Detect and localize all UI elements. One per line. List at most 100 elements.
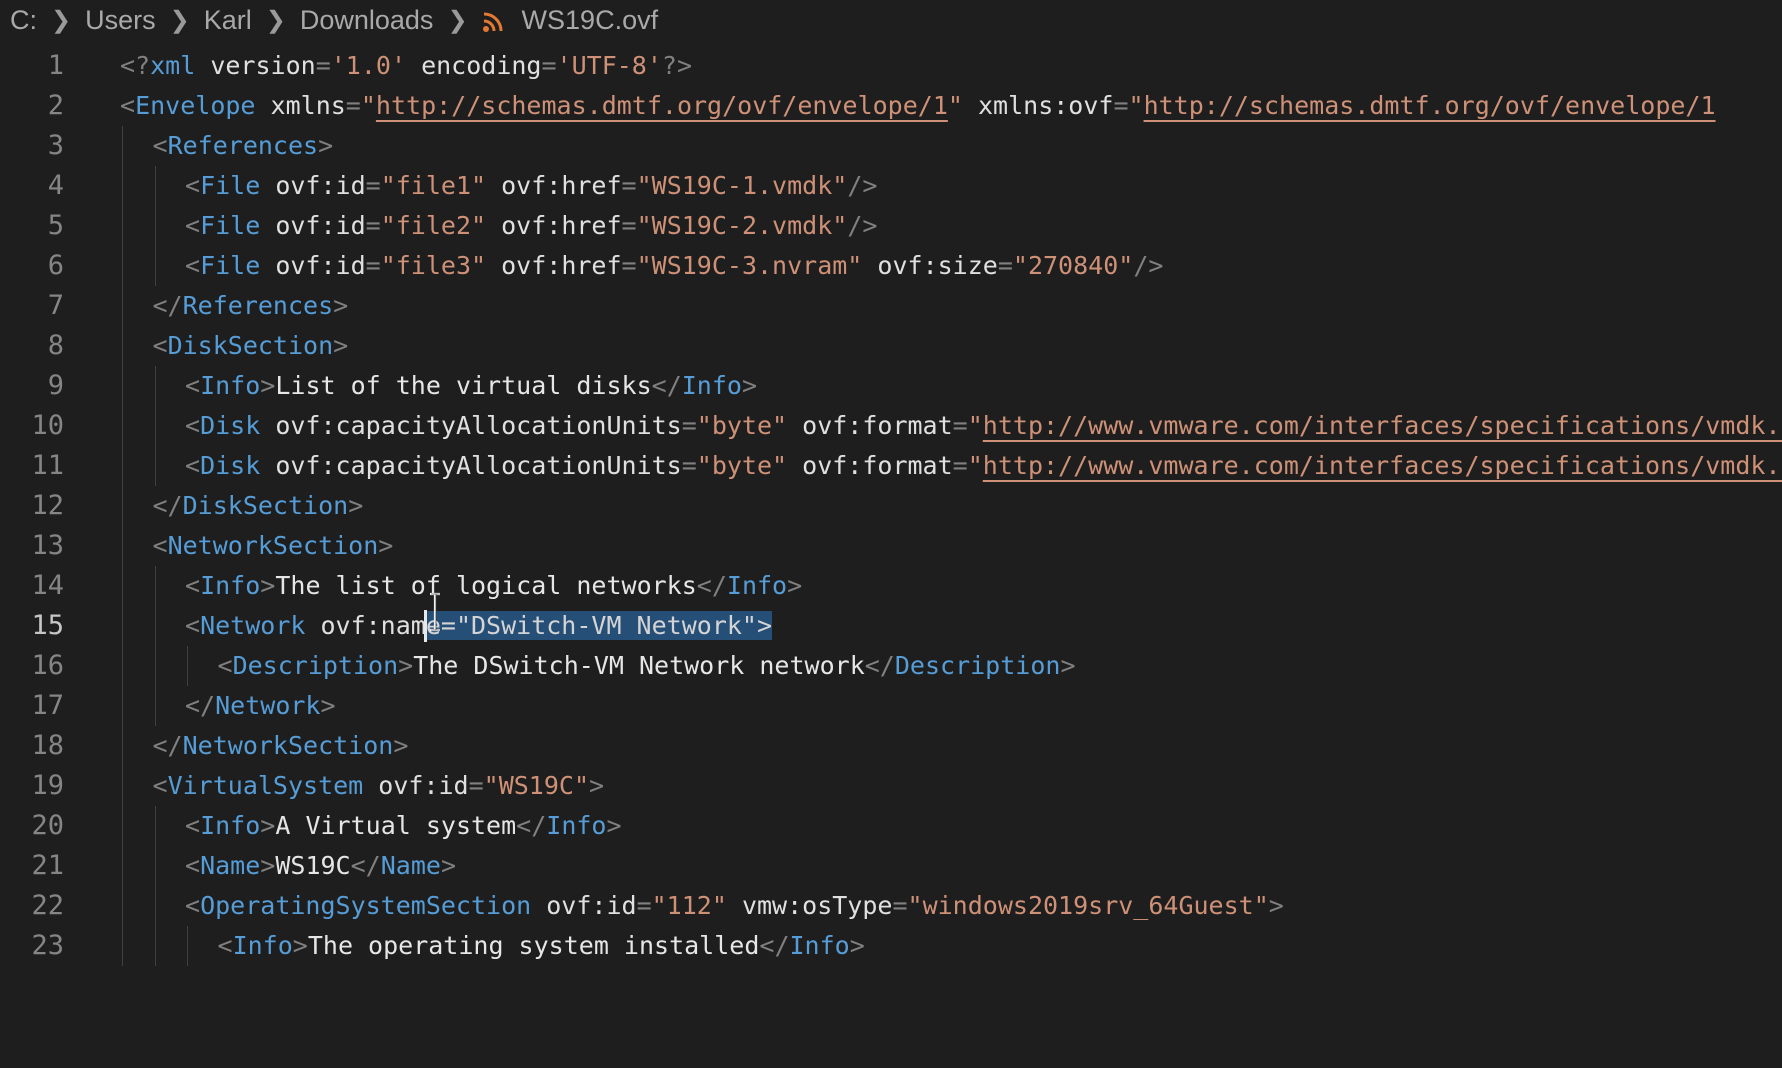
code-text[interactable]: <NetworkSection> [153, 526, 394, 566]
token-p: > [741, 371, 758, 400]
token-t: References [167, 131, 319, 160]
breadcrumb-item-users[interactable]: Users [85, 5, 156, 36]
breadcrumb-file-name[interactable]: WS19C.ovf [522, 5, 659, 36]
indent-guide [122, 806, 123, 846]
breadcrumb-item-downloads[interactable]: Downloads [300, 5, 434, 36]
token-t: NetworkSection [167, 531, 379, 560]
code-text[interactable]: </Network> [185, 686, 336, 726]
code-text[interactable]: <Network ovf:name="DSwitch-VM Network"> [185, 606, 773, 646]
breadcrumb-item-user[interactable]: Karl [204, 5, 252, 36]
code-text[interactable]: <Info>The operating system installed</In… [218, 926, 865, 966]
code-line[interactable]: 7 </References> [0, 286, 1782, 326]
code-text[interactable]: <Name>WS19C</Name> [185, 846, 456, 886]
chevron-right-icon: ❯ [447, 6, 468, 34]
code-line[interactable]: 19 <VirtualSystem ovf:id="WS19C"> [0, 766, 1782, 806]
indent-guide [122, 166, 123, 206]
code-text[interactable]: <Description>The DSwitch-VM Network netw… [218, 646, 1076, 686]
token-t: Info [546, 811, 607, 840]
token-txt: The operating system installed [307, 931, 760, 960]
token-p: </ [759, 931, 790, 960]
chevron-right-icon: ❯ [265, 6, 286, 34]
code-text[interactable]: <Disk ovf:capacityAllocationUnits="byte"… [185, 446, 1782, 486]
code-line[interactable]: 5 <File ovf:id="file2" ovf:href="WS19C-2.… [0, 206, 1782, 246]
code-text[interactable]: <Info>A Virtual system</Info> [185, 806, 622, 846]
token-s: "byte" [696, 451, 788, 480]
code-text[interactable]: <?xml version='1.0' encoding='UTF-8'?> [120, 46, 692, 86]
code-text[interactable]: <Info>List of the virtual disks</Info> [185, 366, 757, 406]
line-number: 9 [47, 370, 64, 401]
token-p: = [365, 211, 381, 240]
rss-icon [482, 9, 504, 32]
code-line[interactable]: 6 <File ovf:id="file3" ovf:href="WS19C-3.… [0, 246, 1782, 286]
indent-guide [154, 446, 156, 486]
line-number: 17 [31, 690, 64, 721]
code-text[interactable]: </DiskSection> [153, 486, 364, 526]
breadcrumb-item-drive[interactable]: C: [10, 5, 37, 36]
token-t: DiskSection [182, 491, 349, 520]
indent-guide [187, 926, 188, 966]
code-text[interactable]: <DiskSection> [153, 326, 349, 366]
code-text[interactable]: <Info>The list of logical networks</Info… [185, 566, 802, 606]
indent-guide [154, 206, 156, 246]
indent-guide [122, 686, 123, 726]
code-text[interactable]: <File ovf:id="file3" ovf:href="WS19C-3.n… [185, 246, 1163, 286]
code-text[interactable]: <File ovf:id="file2" ovf:href="WS19C-2.v… [185, 206, 877, 246]
token-t: Envelope [135, 91, 256, 120]
code-text[interactable]: <Envelope xmlns="http://schemas.dmtf.org… [120, 86, 1716, 126]
token-s: " [967, 451, 983, 480]
token-p: = [997, 251, 1013, 280]
token-p: < [217, 651, 233, 680]
code-line[interactable]: 12 </DiskSection> [0, 486, 1782, 526]
token-s: "file1" [380, 171, 487, 200]
token-p: < [185, 451, 201, 480]
code-line[interactable]: 15 <Network ovf:name="DSwitch-VM Network"… [0, 592, 1782, 646]
code-text[interactable]: <Disk ovf:capacityAllocationUnits="byte"… [185, 406, 1782, 446]
code-text[interactable]: <References> [153, 126, 334, 166]
code-line[interactable]: 10 <Disk ovf:capacityAllocationUnits="byt… [0, 406, 1782, 446]
code-editor[interactable]: 1 <?xml version='1.0' encoding='UTF-8'?> 2… [0, 46, 1782, 1068]
token-t: Description [894, 651, 1061, 680]
code-text[interactable]: <VirtualSystem ovf:id="WS19C"> [153, 766, 605, 806]
code-line[interactable]: 14 <Info>The list of logical networks</In… [0, 566, 1782, 606]
indent-guide [154, 846, 156, 886]
token-p: < [185, 851, 201, 880]
token-attr: ovf:href [486, 171, 622, 200]
token-p: > [378, 531, 394, 560]
code-line[interactable]: 8 <DiskSection> [0, 326, 1782, 366]
token-p: = [1113, 91, 1129, 120]
token-p: </ [651, 371, 682, 400]
code-line[interactable]: 11 <Disk ovf:capacityAllocationUnits="byt… [0, 446, 1782, 486]
code-line[interactable]: 23 <Info>The operating system installed</… [0, 926, 1782, 966]
code-text[interactable]: <OperatingSystemSection ovf:id="112" vmw… [185, 886, 1284, 926]
code-line[interactable]: 18 </NetworkSection> [0, 726, 1782, 766]
chevron-right-icon: ❯ [169, 6, 190, 34]
code-line[interactable]: 4 <File ovf:id="file1" ovf:href="WS19C-1.… [0, 166, 1782, 206]
code-line[interactable]: 17 </Network> [0, 686, 1782, 726]
code-line[interactable]: 1 <?xml version='1.0' encoding='UTF-8'?> [0, 46, 1782, 86]
line-number: 15 [31, 610, 64, 641]
line-number: 18 [31, 730, 64, 761]
code-text[interactable]: </References> [153, 286, 349, 326]
token-p: < [152, 131, 168, 160]
code-line[interactable]: 13 <NetworkSection> [0, 526, 1782, 566]
code-line[interactable]: 2 <Envelope xmlns="http://schemas.dmtf.or… [0, 86, 1782, 126]
code-line[interactable]: 9 <Info>List of the virtual disks</Info> [0, 366, 1782, 406]
indent-guide [122, 726, 123, 766]
line-number: 14 [31, 570, 64, 601]
token-p: = [636, 891, 652, 920]
code-line[interactable]: 21 <Name>WS19C</Name> [0, 846, 1782, 886]
token-u: http://www.vmware.com/interfaces/specifi… [982, 411, 1782, 440]
code-line[interactable]: 20 <Info>A Virtual system</Info> [0, 806, 1782, 846]
token-p: < [185, 251, 201, 280]
token-t: Disk [200, 411, 261, 440]
code-text[interactable]: <File ovf:id="file1" ovf:href="WS19C-1.v… [185, 166, 877, 206]
line-number: 23 [31, 930, 64, 961]
token-p: = [621, 211, 637, 240]
code-line[interactable]: 16 <Description>The DSwitch-VM Network ne… [0, 646, 1782, 686]
token-t: Disk [200, 451, 261, 480]
code-line[interactable]: 22 <OperatingSystemSection ovf:id="112" v… [0, 886, 1782, 926]
code-text[interactable]: </NetworkSection> [153, 726, 409, 766]
token-p: < [217, 931, 233, 960]
code-line[interactable]: 3 <References> [0, 126, 1782, 166]
token-p: > [333, 291, 349, 320]
